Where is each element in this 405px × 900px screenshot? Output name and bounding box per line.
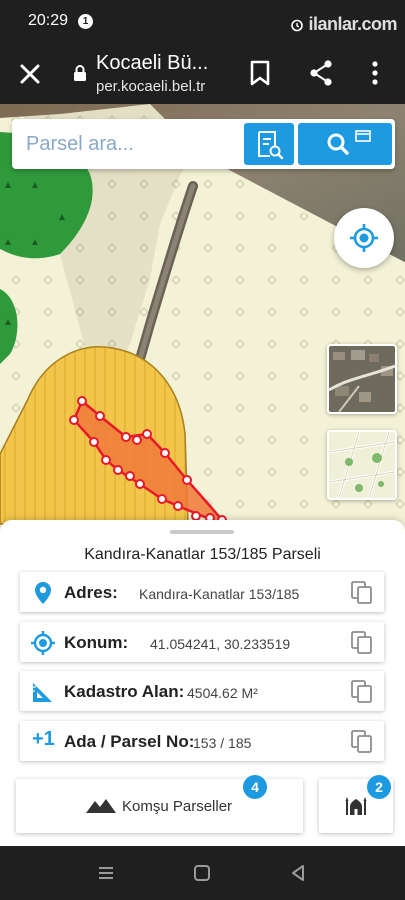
page-title: Kocaeli Bü... [96, 52, 209, 74]
locate-me-button[interactable] [334, 208, 394, 268]
cadastral-area-value: 4504.62 M² [187, 685, 258, 701]
location-label: Konum: [64, 633, 129, 652]
address-label: Adres: [64, 583, 118, 602]
document-search-icon [258, 131, 284, 160]
address-value: Kandıra-Kanatlar 153/185 [139, 586, 300, 602]
block-parcel-row: +1 Ada / Parsel No: 153 / 185 [20, 721, 384, 761]
map-view[interactable] [0, 104, 405, 574]
address-row: Adres: Kandıra-Kanatlar 153/185 [20, 572, 384, 612]
crosshair-icon [31, 631, 55, 655]
copy-icon[interactable] [350, 679, 374, 705]
parcel-title: Kandıra-Kanatlar 153/185 Parseli [84, 546, 321, 563]
map-search-button[interactable] [298, 123, 392, 165]
back-icon[interactable] [288, 863, 308, 883]
home-icon[interactable] [192, 863, 212, 883]
neighbor-count-badge: 4 [243, 775, 267, 799]
recent-apps-icon[interactable] [96, 863, 116, 883]
parcel-search-bar [12, 119, 395, 169]
browser-toolbar: Kocaeli Bü... per.kocaeli.bel.tr [0, 44, 405, 104]
location-pin-icon [35, 582, 51, 604]
watermark: ilanlar.com [308, 14, 397, 34]
satellite-layer-button[interactable] [327, 344, 397, 414]
copy-icon[interactable] [350, 580, 374, 606]
area-ruler-icon [33, 683, 52, 702]
map-background [0, 104, 405, 574]
status-icons: ilanlar.com [290, 14, 397, 35]
system-nav-bar [0, 846, 405, 900]
status-time: 20:29 [28, 12, 69, 29]
bookmark-icon[interactable] [246, 58, 274, 88]
lock-icon [74, 65, 86, 81]
document-search-button[interactable] [244, 123, 294, 165]
alarm-icon [291, 19, 304, 31]
location-value: 41.054241, 30.233519 [150, 636, 291, 652]
more-icon[interactable] [362, 58, 388, 88]
cadastral-area-label: Kadastro Alan: [64, 682, 185, 701]
mosque-count-badge: 2 [367, 775, 391, 799]
locate-icon [350, 224, 378, 252]
mountain-icon [86, 799, 116, 813]
close-icon[interactable] [14, 58, 46, 90]
street-layer-button[interactable] [327, 430, 397, 500]
location-row: Konum: 41.054241, 30.233519 [20, 622, 384, 662]
copy-icon[interactable] [350, 630, 374, 656]
parcel-search-input[interactable] [24, 125, 238, 163]
copy-icon[interactable] [350, 729, 374, 755]
satellite-thumbnail [329, 346, 395, 412]
neighbor-parcels-label: Komşu Parseller [122, 798, 233, 815]
status-bar: 20:29 1 ilanlar.com [0, 0, 405, 44]
street-thumbnail [329, 432, 395, 498]
plus-one-icon: +1 [32, 728, 55, 750]
notification-badge: 1 [78, 14, 93, 29]
share-icon[interactable] [306, 58, 336, 88]
block-parcel-label: Ada / Parsel No: [64, 732, 195, 751]
search-icon [327, 130, 371, 155]
cadastral-area-row: Kadastro Alan: 4504.62 M² [20, 671, 384, 711]
page-url[interactable]: per.kocaeli.bel.tr [96, 78, 205, 95]
block-parcel-value: 153 / 185 [193, 735, 252, 751]
sheet-drag-handle[interactable] [170, 530, 234, 534]
